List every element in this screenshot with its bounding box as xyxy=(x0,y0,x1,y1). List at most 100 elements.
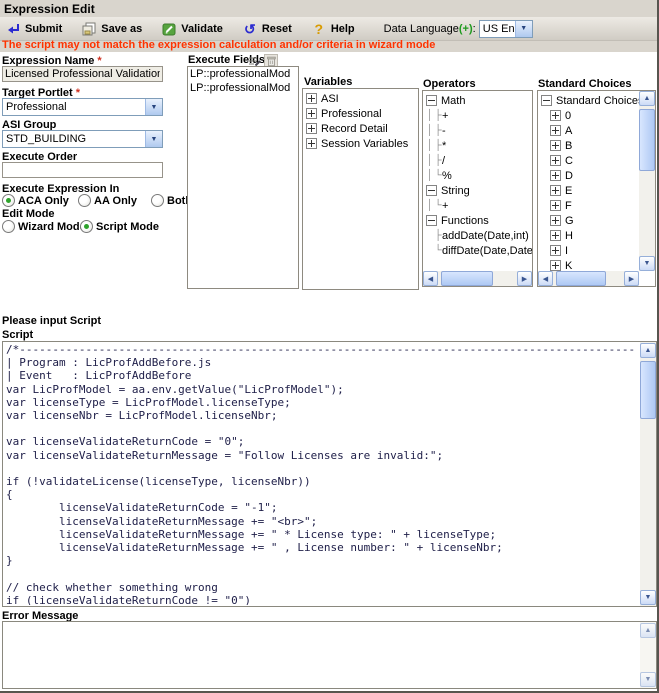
error-message-value[interactable] xyxy=(6,623,637,687)
radio-script-mode[interactable]: Script Mode xyxy=(80,220,159,233)
tree-node-operator[interactable]: * xyxy=(423,138,532,153)
collapse-icon[interactable] xyxy=(426,95,437,106)
edit-mode-label: Edit Mode xyxy=(2,208,55,220)
edit-mode-radio-group: Wizard Mode Script Mode xyxy=(0,220,185,233)
scroll-down-button[interactable] xyxy=(640,672,656,687)
radio-aca-only[interactable]: ACA Only xyxy=(2,194,69,207)
tree-node-operator[interactable]: % xyxy=(423,168,532,183)
tree-node-asi[interactable]: ASI xyxy=(303,91,418,106)
tree-node-choice[interactable]: I xyxy=(538,243,639,258)
chevron-down-icon[interactable] xyxy=(515,21,532,37)
chevron-down-icon[interactable] xyxy=(145,99,162,115)
expand-icon[interactable] xyxy=(550,140,561,151)
tree-node-operator[interactable]: + xyxy=(423,108,532,123)
scrollbar-thumb[interactable] xyxy=(639,109,655,171)
scroll-down-button[interactable] xyxy=(639,256,655,271)
tree-node-function[interactable]: addDate(Date,int) xyxy=(423,228,532,243)
list-item[interactable]: LP::professionalMod xyxy=(188,67,298,81)
tree-node-choice[interactable]: C xyxy=(538,153,639,168)
validate-button[interactable]: Validate xyxy=(161,21,223,37)
expand-icon[interactable] xyxy=(550,230,561,241)
radio-icon xyxy=(2,220,15,233)
vertical-scrollbar[interactable] xyxy=(640,622,656,688)
data-language-label: Data Language(+): xyxy=(384,23,479,35)
scrollbar-thumb[interactable] xyxy=(556,271,606,286)
scroll-up-button[interactable] xyxy=(640,343,656,358)
chevron-down-icon[interactable] xyxy=(145,131,162,147)
data-language-select[interactable]: US English xyxy=(479,20,533,38)
collapse-icon[interactable] xyxy=(426,215,437,226)
reset-button-label: Reset xyxy=(262,23,292,35)
expand-icon[interactable] xyxy=(306,93,317,104)
tree-node-choice[interactable]: A xyxy=(538,123,639,138)
scroll-down-button[interactable] xyxy=(640,590,656,605)
tree-node-choice[interactable]: B xyxy=(538,138,639,153)
tree-node-operator[interactable]: / xyxy=(423,153,532,168)
scroll-left-button[interactable] xyxy=(423,271,438,286)
operators-tree[interactable]: Math + - * / % String + Functions addDat… xyxy=(422,90,533,287)
tree-node-string[interactable]: String xyxy=(423,183,532,198)
standard-choices-label: Standard Choices xyxy=(538,78,632,90)
horizontal-scrollbar[interactable] xyxy=(423,271,532,286)
variables-tree[interactable]: ASI Professional Record Detail Session V… xyxy=(302,88,419,290)
tree-node-choice[interactable]: H xyxy=(538,228,639,243)
expand-icon[interactable] xyxy=(550,155,561,166)
expand-icon[interactable] xyxy=(306,123,317,134)
expand-icon[interactable] xyxy=(550,260,561,271)
execute-fields-listbox[interactable]: LP::professionalMod LP::professionalMod xyxy=(187,66,299,289)
standard-choices-tree[interactable]: Standard Choices 0 A B C D E F G H I K L xyxy=(537,90,656,287)
tree-node-choice[interactable]: 0 xyxy=(538,108,639,123)
save-as-button[interactable]: Save as xyxy=(81,21,142,37)
list-item[interactable]: LP::professionalMod xyxy=(188,81,298,95)
expand-icon[interactable] xyxy=(550,170,561,181)
tree-node-professional[interactable]: Professional xyxy=(303,106,418,121)
radio-wizard-mode[interactable]: Wizard Mode xyxy=(2,220,86,233)
scroll-right-button[interactable] xyxy=(517,271,532,286)
horizontal-scrollbar[interactable] xyxy=(538,271,639,286)
scroll-right-button[interactable] xyxy=(624,271,639,286)
vertical-scrollbar[interactable] xyxy=(639,91,655,271)
scroll-up-button[interactable] xyxy=(640,623,656,638)
expand-icon[interactable] xyxy=(550,200,561,211)
expression-name-input[interactable] xyxy=(2,66,163,82)
data-language-group: Data Language(+): US English xyxy=(384,20,533,38)
submit-button[interactable]: Submit xyxy=(5,21,62,37)
script-code[interactable]: /*--------------------------------------… xyxy=(6,343,637,605)
tree-node-math[interactable]: Math xyxy=(423,93,532,108)
tree-node-operator[interactable]: - xyxy=(423,123,532,138)
expand-icon[interactable] xyxy=(550,185,561,196)
expand-icon[interactable] xyxy=(550,245,561,256)
expand-icon[interactable] xyxy=(550,110,561,121)
radio-both[interactable]: Both xyxy=(151,194,192,207)
tree-node-operator[interactable]: + xyxy=(423,198,532,213)
expand-icon[interactable] xyxy=(306,108,317,119)
execute-order-input[interactable] xyxy=(2,162,163,178)
collapse-icon[interactable] xyxy=(426,185,437,196)
scrollbar-thumb[interactable] xyxy=(441,271,493,286)
tree-node-choice[interactable]: G xyxy=(538,213,639,228)
vertical-scrollbar[interactable] xyxy=(640,342,656,606)
script-textarea[interactable]: /*--------------------------------------… xyxy=(2,341,657,607)
expand-icon[interactable] xyxy=(550,215,561,226)
tree-node-record-detail[interactable]: Record Detail xyxy=(303,121,418,136)
tree-node-functions[interactable]: Functions xyxy=(423,213,532,228)
tree-node-function[interactable]: diffDate(Date,Date xyxy=(423,243,532,258)
radio-aa-only[interactable]: AA Only xyxy=(78,194,137,207)
collapse-icon[interactable] xyxy=(541,95,552,106)
tree-node-choice[interactable]: E xyxy=(538,183,639,198)
expand-icon[interactable] xyxy=(306,138,317,149)
error-message-textarea[interactable] xyxy=(2,621,657,689)
help-button[interactable]: ? Help xyxy=(311,21,355,37)
tree-node-standard-choices-root[interactable]: Standard Choices xyxy=(538,93,639,108)
scroll-up-button[interactable] xyxy=(639,91,655,106)
asi-group-select[interactable]: STD_BUILDING xyxy=(2,130,163,148)
tree-node-choice[interactable]: K xyxy=(538,258,639,271)
reset-button[interactable]: ↺ Reset xyxy=(242,21,292,37)
expand-icon[interactable] xyxy=(550,125,561,136)
tree-node-choice[interactable]: F xyxy=(538,198,639,213)
tree-node-session-variables[interactable]: Session Variables xyxy=(303,136,418,151)
scrollbar-thumb[interactable] xyxy=(640,361,656,419)
tree-node-choice[interactable]: D xyxy=(538,168,639,183)
scroll-left-button[interactable] xyxy=(538,271,553,286)
target-portlet-select[interactable]: Professional xyxy=(2,98,163,116)
